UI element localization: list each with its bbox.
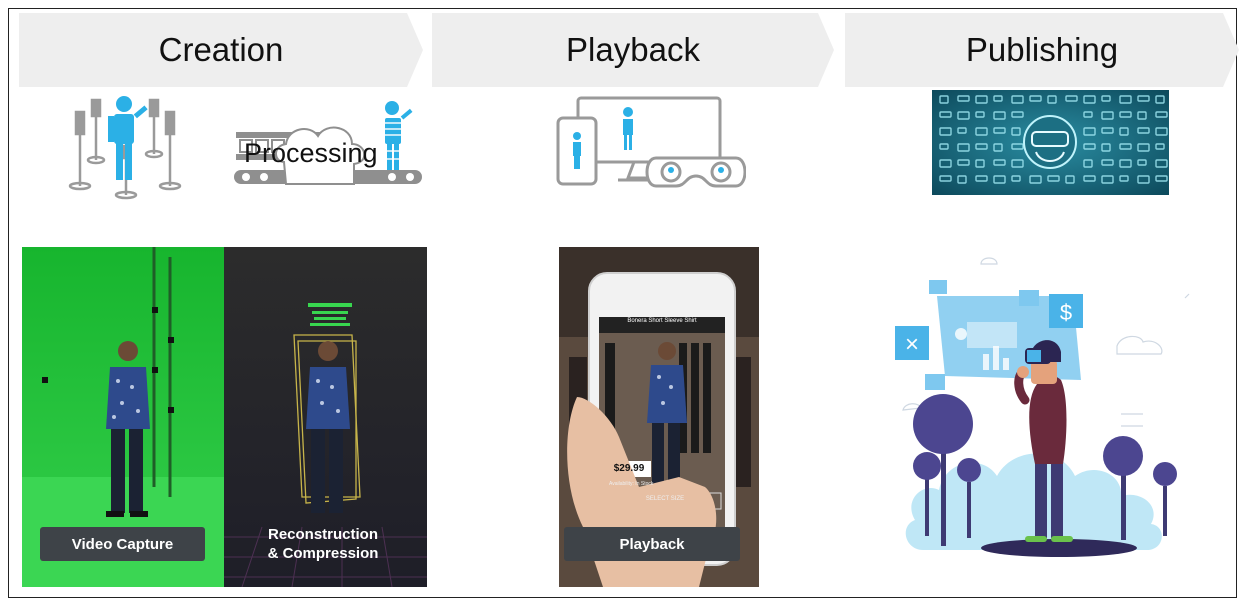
dollar-icon: $ — [1060, 300, 1072, 325]
stage-creation-title: Creation — [158, 31, 284, 68]
select-size-button[interactable]: SELECT SIZE — [611, 496, 719, 502]
stage-playback-title: Playback — [566, 31, 700, 68]
capture-rig-icon — [68, 96, 182, 200]
reconstruction-label-line2: & Compression — [267, 545, 379, 562]
video-capture-label: Video Capture — [40, 527, 205, 561]
close-x-icon: × — [905, 331, 919, 358]
reconstruction-label-line1: Reconstruction — [267, 526, 378, 543]
availability-text: Availability: In Stock — [609, 481, 654, 487]
product-title: Bonera Short Sleeve Shirt — [627, 318, 697, 324]
stage-playback: Playback — [432, 13, 834, 87]
playback-label: Playback — [564, 527, 740, 561]
processing-label: Processing — [244, 138, 378, 168]
product-price: $29.99 — [613, 463, 645, 474]
stage-publishing-title: Publishing — [965, 31, 1119, 68]
vr-user-illustration: $ × — [895, 257, 1190, 557]
stage-creation: Creation — [19, 13, 423, 87]
reconstruction-label: Reconstruction & Compression — [245, 525, 401, 563]
vr-network-image — [932, 90, 1169, 195]
stage-publishing: Publishing — [845, 13, 1239, 87]
devices-icon — [556, 96, 746, 188]
